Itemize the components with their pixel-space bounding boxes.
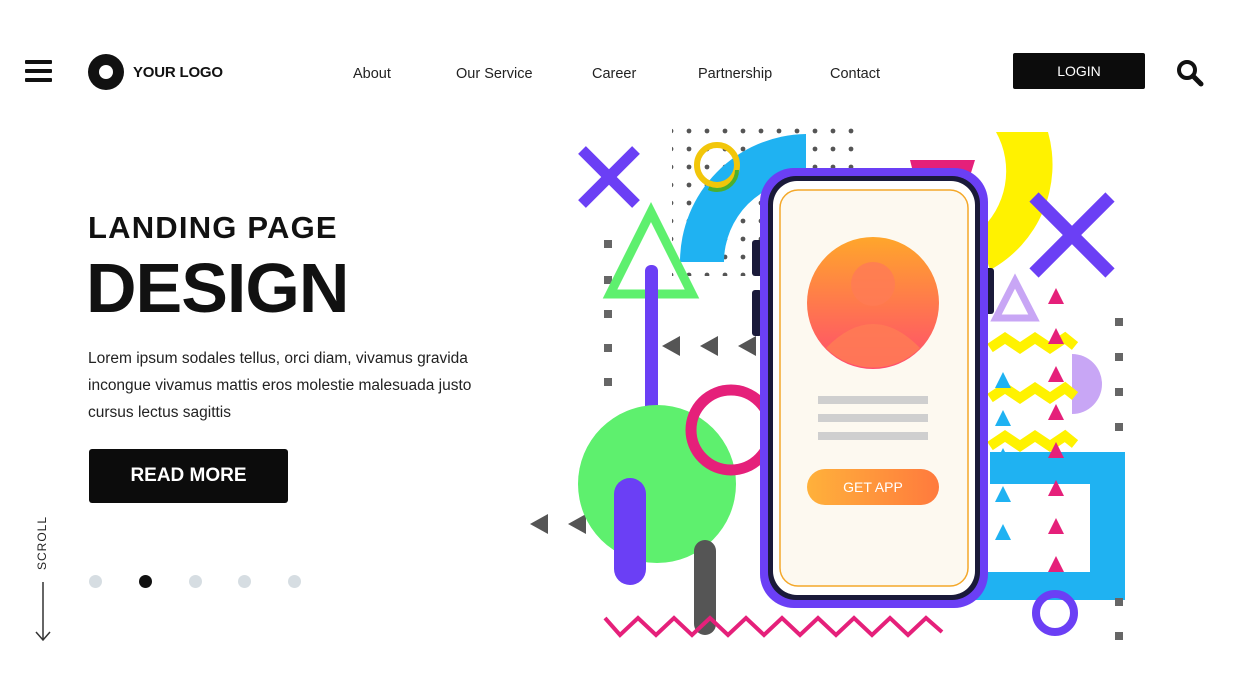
phone-mockup (752, 168, 994, 608)
purple-pill-shape (614, 478, 646, 585)
lilac-triangle-shape (990, 273, 1040, 322)
menu-icon[interactable] (25, 60, 52, 83)
blue-frame-shape (975, 452, 1125, 600)
slide-dot-active[interactable] (139, 575, 152, 588)
small-triangles (995, 288, 1064, 572)
search-icon[interactable] (1176, 59, 1204, 87)
slide-dot[interactable] (189, 575, 202, 588)
green-circle-shape (578, 405, 736, 563)
slide-dot[interactable] (288, 575, 301, 588)
get-app-button[interactable]: GET APP (807, 469, 939, 505)
arrow-down-icon[interactable] (35, 582, 51, 642)
hero-title: DESIGN (86, 249, 349, 327)
read-more-button[interactable]: READ MORE (89, 449, 288, 503)
slide-dot[interactable] (238, 575, 251, 588)
nav-career[interactable]: Career (592, 66, 636, 82)
yellow-zigzag-shape (987, 331, 1079, 453)
nav-contact[interactable]: Contact (830, 66, 880, 82)
nav-about[interactable]: About (353, 66, 391, 82)
hero-subtitle: LANDING PAGE (88, 210, 338, 245)
logo-text: YOUR LOGO (133, 63, 223, 81)
square-dots-column (604, 240, 612, 386)
purple-bar-shape (645, 265, 658, 425)
logo-mark-icon (88, 54, 124, 90)
lilac-half-circle-shape (1072, 354, 1102, 414)
hero-description: Lorem ipsum sodales tellus, orci diam, v… (88, 350, 472, 421)
scroll-label: SCROLL (35, 515, 49, 570)
nav-our-service[interactable]: Our Service (456, 66, 533, 82)
purple-x-right-shape (1029, 192, 1115, 278)
logo[interactable]: YOUR LOGO (88, 54, 223, 90)
login-button[interactable]: LOGIN (1013, 53, 1145, 89)
slide-dot[interactable] (89, 575, 102, 588)
magenta-zigzag-shape (603, 615, 944, 638)
hero-illustration (530, 126, 1125, 640)
purple-x-shape (578, 146, 640, 208)
nav-partnership[interactable]: Partnership (698, 66, 772, 82)
